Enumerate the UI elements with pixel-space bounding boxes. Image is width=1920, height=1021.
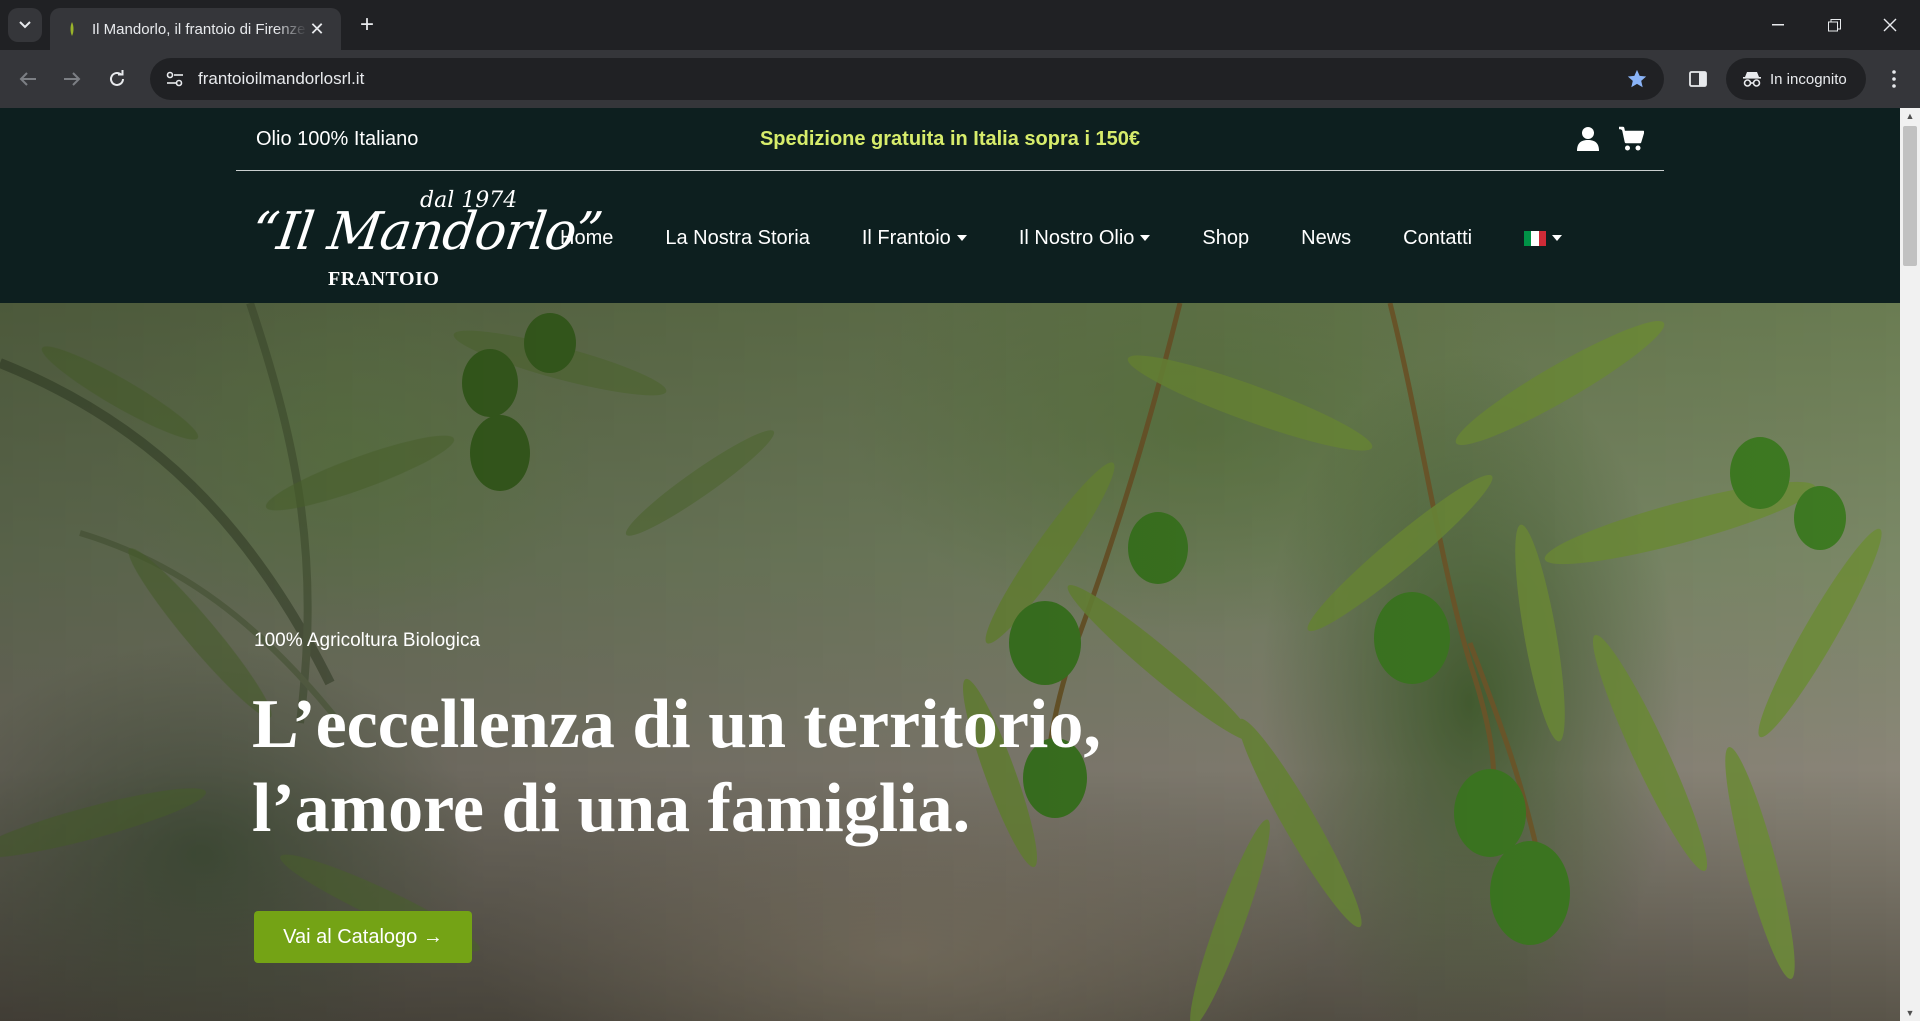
more-vertical-icon xyxy=(1892,70,1896,88)
page-scrollbar[interactable]: ▲ ▼ xyxy=(1900,108,1920,1021)
close-icon xyxy=(1883,18,1897,32)
scroll-up-arrow-icon[interactable]: ▲ xyxy=(1900,108,1920,124)
browser-tab-bar: Il Mandorlo, il frantoio di Firenze ✕ + xyxy=(0,0,1920,50)
side-panel-icon xyxy=(1689,71,1707,87)
logo-year-text: dal 1974 xyxy=(420,188,518,213)
nav-item-il-frantoio[interactable]: Il Frantoio xyxy=(862,227,967,250)
back-button[interactable] xyxy=(10,61,46,97)
nav-item-label: Shop xyxy=(1202,226,1250,249)
logo-subtitle: FRANTOIO xyxy=(328,268,440,290)
bookmark-star-icon[interactable] xyxy=(1626,68,1648,90)
page-viewport: Olio 100% Italiano Spedizione gratuita i… xyxy=(0,108,1900,1021)
language-selector[interactable] xyxy=(1524,230,1563,246)
olive-favicon-icon xyxy=(64,21,80,37)
caret-down-icon xyxy=(1140,235,1151,241)
nav-item-shop[interactable]: Shop xyxy=(1202,227,1249,250)
tab-search-button[interactable] xyxy=(8,8,42,42)
nav-item-label: News xyxy=(1301,226,1352,249)
close-window-button[interactable] xyxy=(1862,0,1918,50)
forward-button[interactable] xyxy=(54,61,90,97)
chevron-down-icon xyxy=(19,21,31,29)
nav-item-label: Contatti xyxy=(1403,226,1473,249)
incognito-label: In incognito xyxy=(1770,70,1847,88)
browser-menu-button[interactable] xyxy=(1876,61,1912,97)
scroll-down-arrow-icon[interactable]: ▼ xyxy=(1900,1005,1920,1021)
browser-toolbar: frantoioilmandorlosrl.it In incognito xyxy=(0,50,1920,108)
nav-item-label: Il Frantoio xyxy=(861,226,951,249)
scrollbar-thumb[interactable] xyxy=(1903,126,1917,266)
nav-item-la-nostra-storia[interactable]: La Nostra Storia xyxy=(665,227,810,250)
restore-window-button[interactable] xyxy=(1806,0,1862,50)
nav-item-contatti[interactable]: Contatti xyxy=(1403,227,1472,250)
nav-item-label: Il Nostro Olio xyxy=(1018,226,1135,249)
catalog-button[interactable]: Vai al Catalogo → xyxy=(254,911,472,963)
nav-item-news[interactable]: News xyxy=(1301,227,1351,250)
url-text: frantoioilmandorlosrl.it xyxy=(198,69,365,88)
site-header: Olio 100% Italiano Spedizione gratuita i… xyxy=(0,108,1900,303)
restore-icon xyxy=(1827,18,1841,31)
nav-item-il-nostro-olio[interactable]: Il Nostro Olio xyxy=(1019,227,1151,250)
browser-tab-active[interactable]: Il Mandorlo, il frantoio di Firenze ✕ xyxy=(50,8,341,50)
close-tab-icon[interactable]: ✕ xyxy=(307,19,327,40)
user-account-icon[interactable] xyxy=(1576,126,1600,152)
nav-item-label: La Nostra Storia xyxy=(665,226,810,249)
italian-flag-icon xyxy=(1524,230,1547,246)
main-navigation: Home La Nostra Storia Il Frantoio Il Nos… xyxy=(560,223,1563,253)
address-bar[interactable]: frantoioilmandorlosrl.it xyxy=(150,58,1664,100)
tab-title: Il Mandorlo, il frantoio di Firenze xyxy=(92,20,306,38)
incognito-indicator[interactable]: In incognito xyxy=(1726,58,1866,100)
caret-down-icon xyxy=(1552,235,1563,241)
caret-down-icon xyxy=(956,235,967,241)
arrow-left-icon xyxy=(19,72,36,86)
top-bar: Olio 100% Italiano Spedizione gratuita i… xyxy=(236,108,1664,171)
arrow-right-icon xyxy=(64,72,81,86)
incognito-icon xyxy=(1743,72,1761,87)
minimize-window-button[interactable] xyxy=(1750,0,1806,50)
shipping-promo: Spedizione gratuita in Italia sopra i 15… xyxy=(759,128,1141,150)
hero-title-line-1: L’eccellenza di un territorio, xyxy=(252,686,1101,763)
shopping-cart-icon[interactable] xyxy=(1618,126,1644,152)
hero-eyebrow: 100% Agricoltura Biologica xyxy=(254,630,481,651)
site-info-icon[interactable] xyxy=(154,58,196,100)
nav-item-label: Home xyxy=(560,226,614,249)
site-logo[interactable]: “Il Mandorlo” dal 1974 FRANTOIO xyxy=(248,188,605,290)
minimize-icon xyxy=(1772,24,1784,26)
hero-section: 100% Agricoltura Biologica L’eccellenza … xyxy=(0,303,1900,1021)
hero-title-line-2: l’amore di una famiglia. xyxy=(252,770,971,847)
side-panel-button[interactable] xyxy=(1680,61,1716,97)
reload-button[interactable] xyxy=(99,61,135,97)
nav-item-home[interactable]: Home xyxy=(560,227,613,250)
hero-title: L’eccellenza di un territorio, l’amore d… xyxy=(252,683,1101,851)
new-tab-button[interactable]: + xyxy=(352,10,382,40)
reload-icon xyxy=(110,70,124,86)
